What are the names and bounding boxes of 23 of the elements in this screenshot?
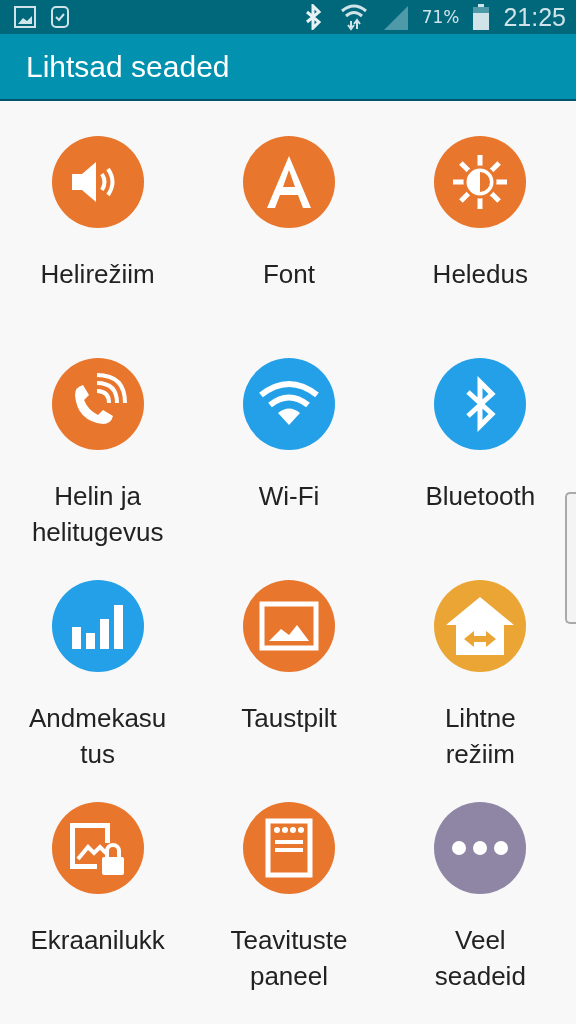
- battery-percentage: 71%: [421, 7, 460, 28]
- watch-icon: [50, 4, 70, 31]
- wifi-icon: [339, 3, 368, 32]
- battery-icon: [473, 4, 490, 31]
- setting-label: Helirežiim: [40, 258, 155, 291]
- clock-time: 21:25: [503, 2, 566, 32]
- setting-label: Heledus: [432, 258, 528, 291]
- setting-label: Andmekasu tus: [29, 702, 167, 771]
- gallery-icon: [14, 6, 36, 29]
- setting-label: Ekraanilukk: [30, 924, 165, 957]
- side-panel-handle[interactable]: [565, 492, 576, 624]
- setting-label: Bluetooth: [425, 480, 536, 513]
- setting-label: Lihtne režiim: [444, 702, 516, 771]
- more-icon: [452, 841, 509, 855]
- setting-label: Font: [262, 258, 315, 291]
- setting-label: Teavituste paneel: [230, 924, 348, 993]
- screen-title: Lihtsad seaded: [26, 49, 230, 84]
- picture-icon: [259, 601, 319, 651]
- setting-label: Helin ja helitugevus: [31, 480, 164, 549]
- setting-label: Wi-Fi: [258, 480, 320, 513]
- notification-panel-icon: [265, 818, 313, 878]
- setting-label: Veel seadeid: [434, 924, 526, 993]
- setting-label: Taustpilt: [241, 702, 337, 735]
